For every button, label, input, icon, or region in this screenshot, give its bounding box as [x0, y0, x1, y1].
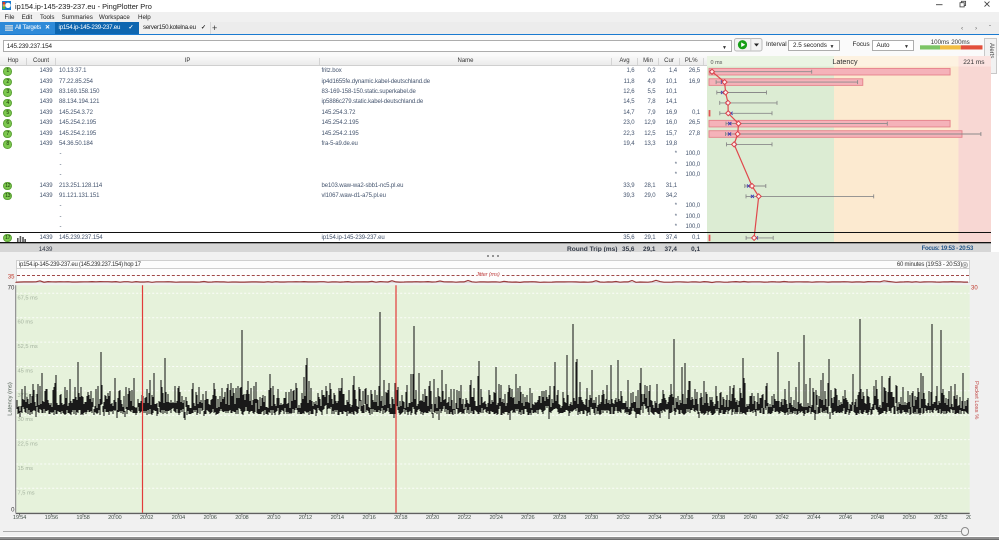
svg-text:30 ms: 30 ms — [18, 417, 34, 423]
svg-text:60 ms: 60 ms — [18, 320, 34, 326]
svg-text:0: 0 — [11, 507, 15, 513]
svg-text:35: 35 — [8, 274, 15, 280]
svg-text:37,5 ms: 37,5 ms — [18, 393, 38, 399]
svg-text:Latency (ms): Latency (ms) — [8, 382, 14, 416]
svg-text:7,5 ms: 7,5 ms — [18, 490, 35, 496]
svg-text:52,5 ms: 52,5 ms — [18, 344, 38, 350]
svg-text:30: 30 — [971, 285, 978, 291]
svg-text:Packet Loss %: Packet Loss % — [973, 381, 979, 419]
svg-text:70: 70 — [8, 285, 15, 291]
svg-text:15 ms: 15 ms — [18, 466, 34, 472]
svg-text:67,5 ms: 67,5 ms — [18, 295, 38, 301]
svg-text:22,5 ms: 22,5 ms — [18, 442, 38, 448]
svg-text:45 ms: 45 ms — [18, 369, 34, 375]
